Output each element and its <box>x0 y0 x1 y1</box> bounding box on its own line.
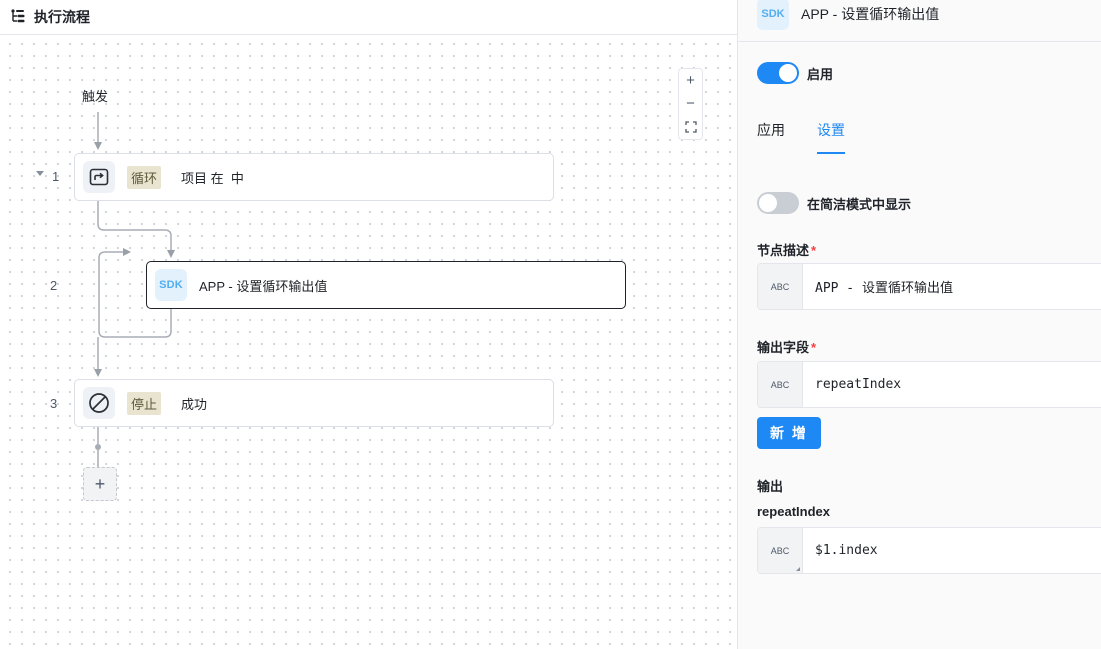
compact-mode-toggle[interactable] <box>757 192 799 214</box>
node-text: APP - 设置循环输出值 <box>199 278 328 294</box>
required-mark: * <box>811 340 817 355</box>
step-number: 1 <box>52 169 60 184</box>
compact-mode-label: 在简洁模式中显示 <box>807 196 912 212</box>
add-step-button[interactable]: + <box>83 467 117 501</box>
sdk-icon: SDK <box>155 269 187 301</box>
flow-node-sdk[interactable]: SDK APP - 设置循环输出值 <box>146 261 626 309</box>
flow-node-loop[interactable]: 循环 项目 在 中 <box>74 153 554 201</box>
flow-canvas[interactable] <box>0 36 737 649</box>
enable-toggle[interactable] <box>757 62 799 84</box>
type-selector[interactable]: ABC <box>758 528 803 573</box>
node-description-value[interactable]: APP - 设置循环输出值 <box>803 264 953 309</box>
node-description-field[interactable]: ABC APP - 设置循环输出值 <box>757 263 1101 310</box>
tab-app[interactable]: 应用 <box>757 120 785 154</box>
flow-node-stop[interactable]: 停止 成功 <box>74 379 554 427</box>
enable-row: 启用 <box>757 62 833 84</box>
fit-view-icon[interactable] <box>684 117 697 137</box>
properties-title: APP - 设置循环输出值 <box>801 5 940 22</box>
node-description-label: 节点描述 * <box>757 243 817 258</box>
type-selector[interactable]: ABC <box>758 264 803 309</box>
flow-title: 执行流程 <box>34 9 90 25</box>
tab-settings[interactable]: 设置 <box>817 120 845 154</box>
node-type-tag: 停止 <box>127 391 162 415</box>
flow-tree-icon <box>10 8 26 27</box>
zoom-out-button[interactable]: − <box>686 94 695 114</box>
step-number: 3 <box>50 396 58 411</box>
flow-header: 执行流程 <box>0 0 737 35</box>
output-value[interactable]: $1.index <box>803 528 878 573</box>
output-field-input[interactable]: ABC repeatIndex <box>757 361 1101 408</box>
sdk-icon: SDK <box>757 0 789 30</box>
add-button[interactable]: 新 增 <box>757 417 821 449</box>
loop-icon <box>83 161 115 193</box>
resize-corner-icon <box>796 567 800 571</box>
collapse-caret-icon[interactable] <box>36 171 44 176</box>
node-type-tag: 循环 <box>127 165 162 189</box>
output-field-value[interactable]: repeatIndex <box>803 362 901 407</box>
output-section-label: 输出 <box>757 479 784 494</box>
app: 执行流程 触发 1 循环 项目 在 中 2 SDK APP - 设置循环输出值 … <box>0 0 1101 649</box>
enable-label: 启用 <box>807 66 834 82</box>
properties-header: SDK APP - 设置循环输出值 <box>738 0 1101 42</box>
trigger-label: 触发 <box>82 89 109 104</box>
compact-mode-row: 在简洁模式中显示 <box>757 192 911 214</box>
node-text: 成功 <box>181 396 208 412</box>
stop-icon <box>83 387 115 419</box>
zoom-controls: + − <box>678 68 703 140</box>
properties-tabs: 应用 设置 <box>757 120 877 154</box>
output-field-label: 输出字段 * <box>757 340 817 355</box>
zoom-in-button[interactable]: + <box>686 71 695 91</box>
output-name-label: repeatIndex <box>757 504 830 519</box>
step-number: 2 <box>50 278 58 293</box>
output-value-input[interactable]: ABC $1.index <box>757 527 1101 574</box>
flow-panel: 执行流程 触发 1 循环 项目 在 中 2 SDK APP - 设置循环输出值 … <box>0 0 737 649</box>
type-selector[interactable]: ABC <box>758 362 803 407</box>
node-text: 项目 在 中 <box>181 170 244 186</box>
required-mark: * <box>811 243 817 258</box>
